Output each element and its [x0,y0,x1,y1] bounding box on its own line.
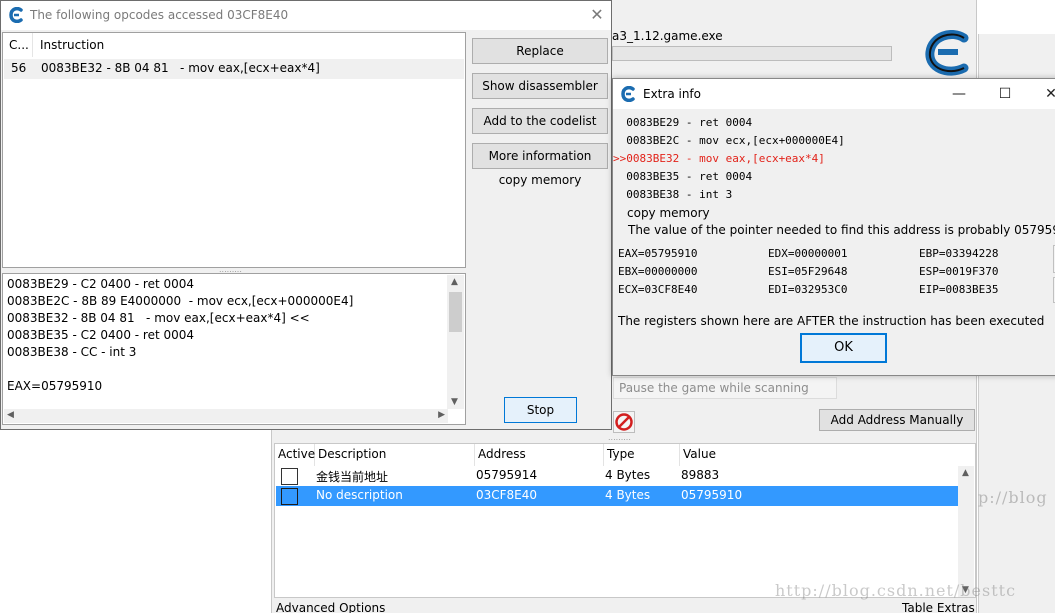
row-description: No description [316,488,403,502]
register-eax: EAX=05795910 [618,247,698,260]
table-row[interactable]: 金钱当前地址 05795914 4 Bytes 89883 [276,466,958,486]
cheat-engine-icon [621,86,635,102]
row-instruction: 0083BE32 - 8B 04 81 - mov eax,[ecx+eax*4… [41,61,320,75]
scroll-left-icon[interactable]: ◀ [7,410,14,420]
maximize-icon[interactable]: ☐ [994,84,1016,104]
asm-line: 0083BE2C - mov ecx,[ecx+000000E4] [613,134,845,147]
close-icon[interactable]: ✕ [1040,84,1055,104]
address-list: Active Description Address Type Value 金钱… [274,443,976,598]
scroll-down-icon[interactable]: ▼ [451,397,458,407]
watermark-partial: p://blog [978,488,1048,507]
opcodes-title-bar[interactable]: The following opcodes accessed 03CF8E40 … [1,1,611,30]
disasm-line: 0083BE35 - C2 0400 - ret 0004 [7,328,195,342]
minimize-icon[interactable]: — [948,84,970,104]
asm-line-highlighted: >>0083BE32 - mov eax,[ecx+eax*4] [613,152,825,165]
ok-button[interactable]: OK [800,333,887,363]
watermark: http://blog.csdn.net/besttc [775,581,1017,600]
register-edx: EDX=00000001 [768,247,848,260]
disasm-line: 0083BE2C - 8B 89 E4000000 - mov ecx,[ecx… [7,294,354,308]
register-ebx: EBX=00000000 [618,265,698,278]
replace-button[interactable]: Replace [472,38,608,64]
disassembly-panel[interactable]: 0083BE29 - C2 0400 - ret 0004 0083BE2C -… [2,273,466,425]
active-checkbox[interactable] [281,488,298,505]
no-entry-icon [615,413,633,431]
opcode-list: C... Instruction 56 0083BE32 - 8B 04 81 … [2,32,466,268]
address-list-scrollbar[interactable]: ▲ ▼ [958,466,974,597]
extra-info-title-bar[interactable]: Extra info — ☐ ✕ [613,79,1055,109]
extra-info-title: Extra info [643,87,701,101]
table-extras-link[interactable]: Table Extras [902,601,975,613]
scroll-up-icon[interactable]: ▲ [451,277,458,287]
register-ebp: EBP=03394228 [919,247,999,260]
show-disassembler-button[interactable]: Show disassembler [472,73,608,99]
opcodes-window: The following opcodes accessed 03CF8E40 … [0,0,612,430]
column-header-count[interactable]: C... [3,33,33,57]
more-information-button[interactable]: More information [472,143,608,169]
row-value: 05795910 [681,488,743,502]
disassembly-hscrollbar[interactable]: ◀ ▶ [4,409,448,423]
register-esi: ESI=05F29648 [768,265,848,278]
pause-game-checkbox-label[interactable]: Pause the game while scanning [613,377,837,399]
active-checkbox[interactable] [281,468,298,485]
scroll-thumb[interactable] [449,292,462,332]
disasm-line: 0083BE29 - C2 0400 - ret 0004 [7,277,195,291]
cheat-engine-logo-icon [925,30,969,76]
row-address: 03CF8E40 [476,488,538,502]
disassembly-vscrollbar[interactable]: ▲ ▼ [447,275,464,409]
column-header-description[interactable]: Description [315,444,475,466]
opcodes-title: The following opcodes accessed 03CF8E40 [30,8,289,22]
disasm-line: EAX=05795910 [7,379,103,393]
register-ecx: ECX=03CF8E40 [618,283,698,296]
row-value: 89883 [681,468,720,482]
asm-line: 0083BE35 - ret 0004 [613,170,753,183]
pointer-info-text: The value of the pointer needed to find … [628,223,1055,237]
stop-button[interactable]: Stop [504,397,577,423]
table-row[interactable]: 56 0083BE32 - 8B 04 81 - mov eax,[ecx+ea… [4,59,464,79]
register-esp: ESP=0019F370 [919,265,999,278]
extra-info-dialog: Extra info — ☐ ✕ 0083BE29 - ret 0004 008… [612,78,1055,376]
cheat-engine-icon [9,7,23,23]
copy-memory-label[interactable]: copy memory [472,173,608,187]
row-count: 56 [11,61,27,75]
process-title: a3_1.12.game.exe [612,29,723,43]
row-address: 05795914 [476,468,538,482]
asm-line: 0083BE29 - ret 0004 [613,116,753,129]
column-header-value[interactable]: Value [680,444,960,466]
table-row[interactable]: No description 03CF8E40 4 Bytes 05795910 [276,486,958,506]
disasm-line: 0083BE32 - 8B 04 81 - mov eax,[ecx+eax*4… [7,311,310,325]
advanced-options-link[interactable]: Advanced Options [276,601,385,613]
disasm-line: 0083BE38 - CC - int 3 [7,345,137,359]
column-header-instruction[interactable]: Instruction [34,33,464,57]
column-header-address[interactable]: Address [475,444,604,466]
register-eip: EIP=0083BE35 [919,283,999,296]
copy-memory-label[interactable]: copy memory [627,206,710,220]
register-edi: EDI=032953C0 [768,283,848,296]
stop-scan-button[interactable] [613,411,635,433]
registers-note: The registers shown here are AFTER the i… [618,314,1045,328]
scroll-up-icon[interactable]: ▲ [962,468,969,478]
splitter-handle[interactable]: ......... [608,434,640,442]
add-address-manually-button[interactable]: Add Address Manually [819,409,975,431]
scroll-right-icon[interactable]: ▶ [438,410,445,420]
column-header-active[interactable]: Active [275,444,315,466]
row-description: 金钱当前地址 [316,470,389,484]
scan-progress-bar [612,46,892,61]
asm-line: 0083BE38 - int 3 [613,188,733,201]
close-icon[interactable]: ✕ [586,4,608,26]
column-header-type[interactable]: Type [604,444,680,466]
row-type: 4 Bytes [605,468,651,482]
row-type: 4 Bytes [605,488,651,502]
add-to-codelist-button[interactable]: Add to the codelist [472,108,608,134]
